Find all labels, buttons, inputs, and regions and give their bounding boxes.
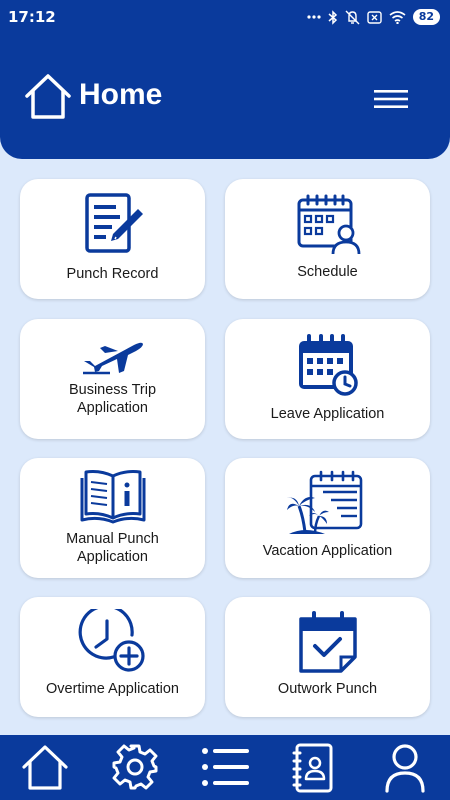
manual-punch-card[interactable]: Manual Punch Application	[20, 458, 205, 578]
card-label-line: Overtime Application	[46, 681, 179, 697]
open-book-info-icon	[80, 470, 145, 524]
header: Home	[0, 34, 450, 159]
schedule-card[interactable]: Schedule	[225, 179, 430, 299]
card-label-line: Leave Application	[270, 406, 385, 422]
nav-user-icon[interactable]	[383, 743, 427, 793]
card-label-line: Outwork Punch	[277, 681, 378, 697]
card-label-line: Application	[77, 400, 148, 416]
calendar-person-icon	[297, 194, 360, 255]
card-label-line: Application	[77, 549, 148, 565]
status-time: 17:12	[8, 8, 56, 26]
nav-contacts-book-icon[interactable]	[292, 743, 336, 793]
home-icon	[25, 74, 71, 119]
dots-icon	[307, 15, 321, 19]
card-label: Manual Punch Application	[66, 530, 159, 566]
mute-icon	[345, 10, 360, 24]
card-label: Leave Application	[271, 405, 385, 423]
outwork-punch-card[interactable]: Outwork Punch	[225, 597, 430, 717]
battery-icon: 82	[412, 9, 440, 25]
card-label-line: Business Trip	[68, 382, 157, 398]
nav-list-icon[interactable]	[201, 743, 251, 791]
nav-gear-icon[interactable]	[111, 743, 159, 791]
overtime-application-card[interactable]: Overtime Application	[20, 597, 205, 717]
document-edit-icon	[84, 193, 143, 253]
vacation-application-card[interactable]: Vacation Application	[225, 458, 430, 578]
card-label-line: Punch Record	[66, 266, 159, 282]
airplane-icon	[82, 342, 143, 375]
card-label: Overtime Application	[46, 680, 179, 698]
status-bar: 17:12 82	[0, 0, 450, 34]
card-label: Vacation Application	[263, 542, 393, 560]
sim-icon	[366, 10, 382, 24]
calendar-check-icon	[298, 611, 357, 673]
business-trip-card[interactable]: Business Trip Application	[20, 319, 205, 439]
bluetooth-icon	[328, 9, 337, 25]
page-title: Home	[79, 78, 163, 111]
punch-record-card[interactable]: Punch Record	[20, 179, 205, 299]
calendar-palm-tree-icon	[286, 470, 362, 535]
wifi-icon	[389, 10, 406, 24]
bottom-nav	[0, 735, 450, 800]
calendar-clock-icon	[298, 334, 358, 396]
card-label-line: Manual Punch	[66, 531, 159, 547]
card-label-line: Vacation Application	[262, 543, 393, 559]
card-label: Punch Record	[67, 265, 159, 283]
card-label: Schedule	[297, 263, 357, 281]
hamburger-menu-icon[interactable]	[374, 89, 408, 109]
nav-home-icon[interactable]	[21, 743, 69, 791]
leave-application-card[interactable]: Leave Application	[225, 319, 430, 439]
card-label: Outwork Punch	[278, 680, 377, 698]
card-label-line: Schedule	[297, 264, 358, 280]
card-label: Business Trip Application	[69, 381, 156, 417]
clock-plus-icon	[78, 609, 145, 672]
status-icons: 82	[307, 9, 440, 25]
